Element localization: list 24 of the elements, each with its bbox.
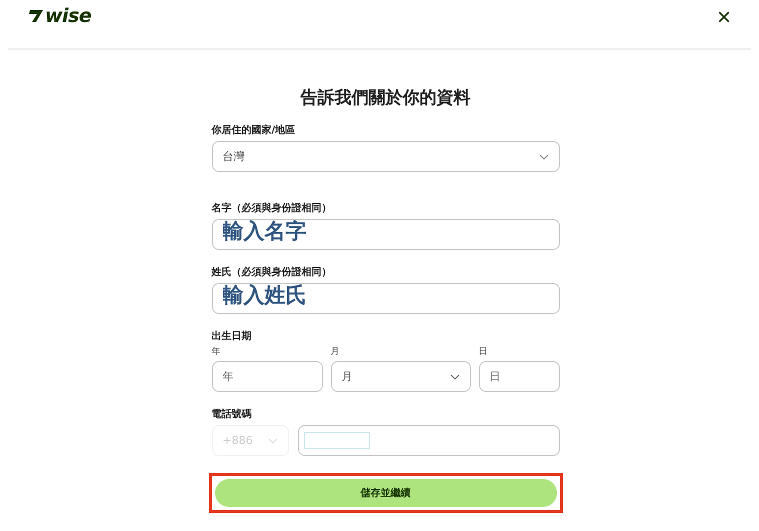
last-name-field[interactable]: 輸入姓氏 [212, 283, 560, 314]
field-label: 名字（必須與身份證相同） [212, 203, 332, 215]
phone-number-field[interactable] [298, 425, 560, 456]
date-field[interactable]: 日 [478, 361, 560, 392]
logo-text: wise [45, 6, 92, 26]
input-outline [304, 432, 370, 449]
field-label: 姓氏（必須與身份證相同） [212, 267, 332, 279]
field-label: 電話號碼 [212, 409, 252, 421]
close-button[interactable]: × [714, 6, 733, 30]
first-name-field[interactable]: 輸入名字 [212, 219, 560, 250]
field-label: 出生日期 [212, 331, 252, 343]
month-select[interactable]: 月 [330, 361, 470, 392]
field-label: 年 [212, 347, 222, 358]
field-label: 你居住的國家/地區 [212, 125, 296, 137]
page-title: 告訴我們關於你的資料 [300, 87, 472, 109]
chevron-icon [450, 374, 460, 380]
flag-icon [28, 9, 44, 23]
save-continue-button[interactable]: 儲存並繼續 [214, 479, 556, 507]
country-select[interactable]: 台灣 [212, 141, 560, 172]
chevron-icon [538, 154, 548, 160]
date-field[interactable]: 年 [212, 361, 322, 392]
field-label: 日 [478, 347, 488, 358]
field-label: 月 [330, 347, 340, 358]
chevron-icon [268, 438, 278, 444]
